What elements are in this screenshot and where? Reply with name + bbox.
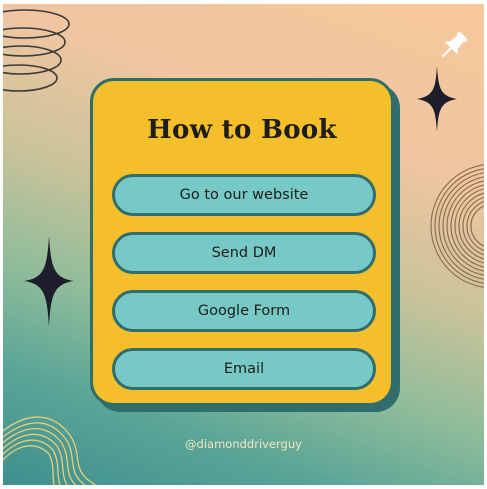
sparkle-star-icon [24,236,74,326]
sparkle-star-icon [417,66,457,132]
post-image: How to Book Go to our website Send DM Go… [3,4,484,485]
option-email-button[interactable]: Email [112,348,376,390]
social-handle: @diamonddriverguy [185,437,302,451]
pin-icon[interactable] [435,28,471,64]
card-title: How to Book [147,115,337,145]
concentric-rings-decoration [430,164,484,288]
option-website-button[interactable]: Go to our website [112,174,376,216]
booking-card: How to Book Go to our website Send DM Go… [90,78,394,406]
option-google-form-button[interactable]: Google Form [112,290,376,332]
swirl-decoration [3,9,70,92]
option-send-dm-button[interactable]: Send DM [112,232,376,274]
